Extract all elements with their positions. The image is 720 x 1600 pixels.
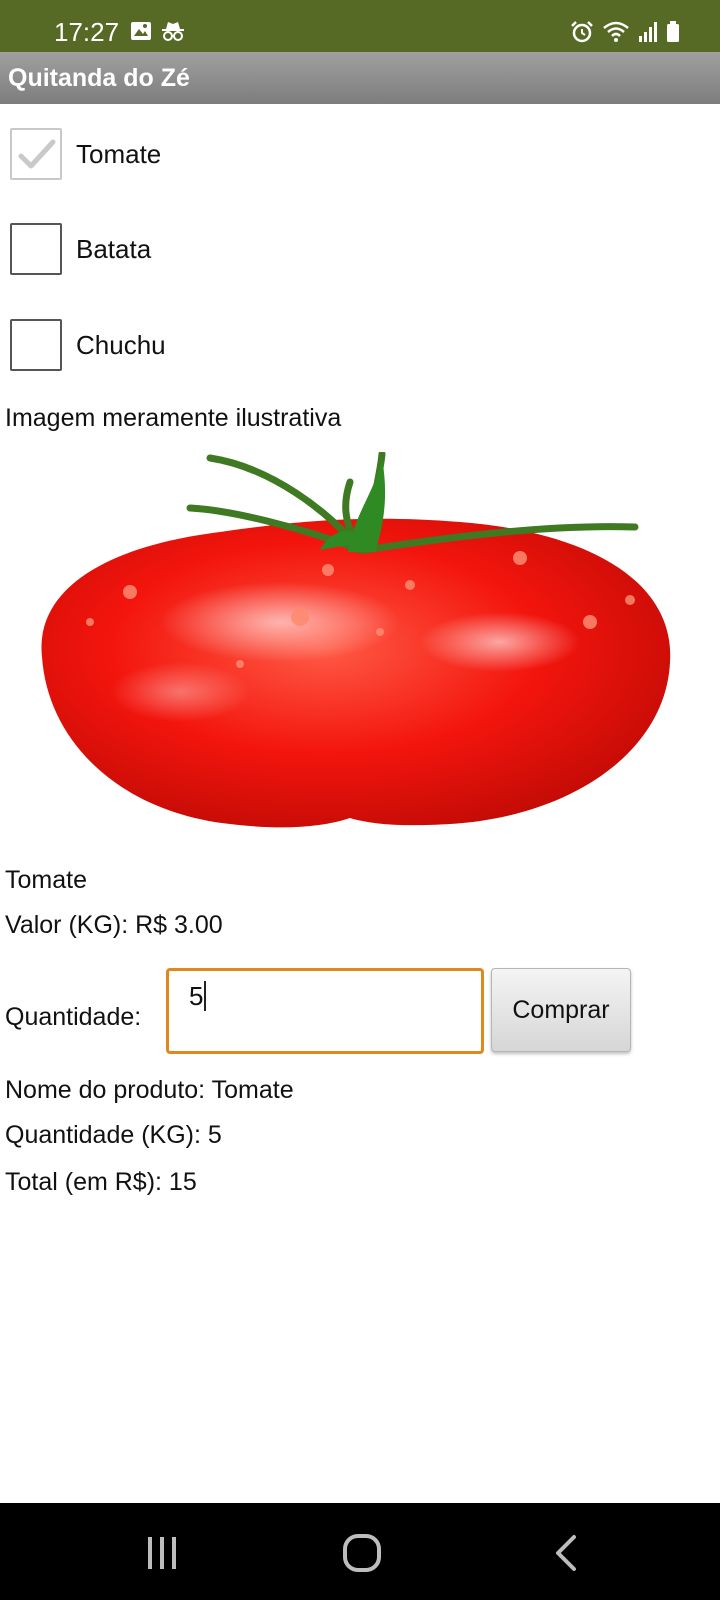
back-icon[interactable] bbox=[546, 1531, 590, 1575]
status-time: 17:27 bbox=[54, 17, 120, 47]
selected-product-name: Tomate bbox=[5, 866, 87, 894]
wifi-icon bbox=[603, 21, 629, 42]
summary-total: Total (em R$): 15 bbox=[5, 1168, 197, 1196]
image-icon bbox=[131, 22, 151, 40]
navigation-bar bbox=[0, 1503, 720, 1600]
image-caption: Imagem meramente ilustrativa bbox=[5, 404, 342, 432]
status-bar: 17:27 bbox=[0, 0, 720, 52]
text-cursor bbox=[204, 981, 207, 1011]
quantity-input-value: 5 bbox=[189, 981, 204, 1011]
checkbox-chuchu[interactable] bbox=[10, 319, 62, 371]
product-option-batata[interactable]: Batata bbox=[10, 220, 151, 278]
summary-product-name: Nome do produto: Tomate bbox=[5, 1076, 294, 1104]
summary-quantity: Quantidade (KG): 5 bbox=[5, 1121, 222, 1149]
checkbox-tomate[interactable] bbox=[10, 128, 62, 180]
app-title: Quitanda do Zé bbox=[8, 64, 190, 92]
quantity-label: Quantidade: bbox=[5, 1003, 142, 1031]
price-label: Valor (KG): R$ 3.00 bbox=[5, 911, 223, 939]
checkbox-label-batata: Batata bbox=[76, 234, 152, 264]
checkbox-batata[interactable] bbox=[10, 223, 62, 275]
product-image bbox=[41, 452, 671, 828]
buy-button[interactable]: Comprar bbox=[491, 968, 631, 1052]
alarm-icon bbox=[571, 21, 593, 43]
quantity-input[interactable]: 5 bbox=[166, 968, 484, 1054]
incognito-icon bbox=[162, 22, 184, 41]
product-option-tomate[interactable]: Tomate bbox=[10, 125, 161, 183]
battery-icon bbox=[667, 21, 679, 42]
checkbox-label-tomate: Tomate bbox=[76, 139, 162, 169]
product-option-chuchu[interactable]: Chuchu bbox=[10, 316, 166, 374]
home-icon[interactable] bbox=[340, 1531, 384, 1575]
check-icon bbox=[18, 139, 56, 169]
checkbox-label-chuchu: Chuchu bbox=[76, 330, 166, 360]
signal-icon bbox=[639, 22, 657, 42]
recents-icon[interactable] bbox=[140, 1531, 184, 1575]
app-title-bar: Quitanda do Zé bbox=[0, 52, 720, 104]
